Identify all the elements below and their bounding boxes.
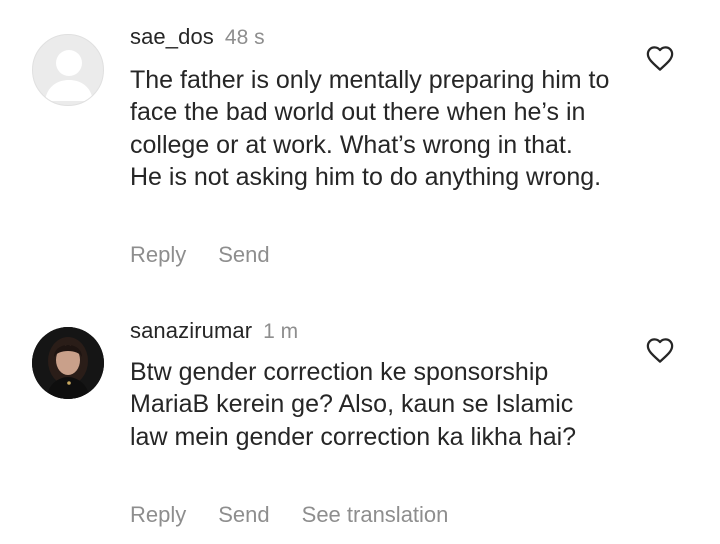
comment-text: Btw gender correction ke sponsorship Mar… (130, 358, 577, 451)
comment-actions: Reply Send See translation (130, 502, 448, 528)
comment-header: sanazirumar 1 m (130, 318, 298, 344)
profile-photo (32, 327, 104, 399)
heart-icon[interactable] (645, 44, 675, 72)
send-button[interactable]: Send (218, 242, 269, 268)
comment-header: sae_dos 48 s (130, 24, 265, 50)
avatar[interactable] (32, 34, 104, 106)
reply-button[interactable]: Reply (130, 242, 186, 268)
username[interactable]: sae_dos (130, 24, 214, 50)
username[interactable]: sanazirumar (130, 318, 252, 344)
heart-icon[interactable] (645, 336, 675, 364)
comment-text: The father is only mentally preparing hi… (130, 66, 610, 192)
see-translation-button[interactable]: See translation (302, 502, 449, 528)
timestamp: 48 s (224, 26, 265, 49)
comment-actions: Reply Send (130, 242, 270, 268)
send-button[interactable]: Send (218, 502, 269, 528)
avatar[interactable] (32, 327, 104, 399)
reply-button[interactable]: Reply (130, 502, 186, 528)
default-avatar-icon (45, 50, 93, 101)
timestamp: 1 m (263, 320, 299, 343)
